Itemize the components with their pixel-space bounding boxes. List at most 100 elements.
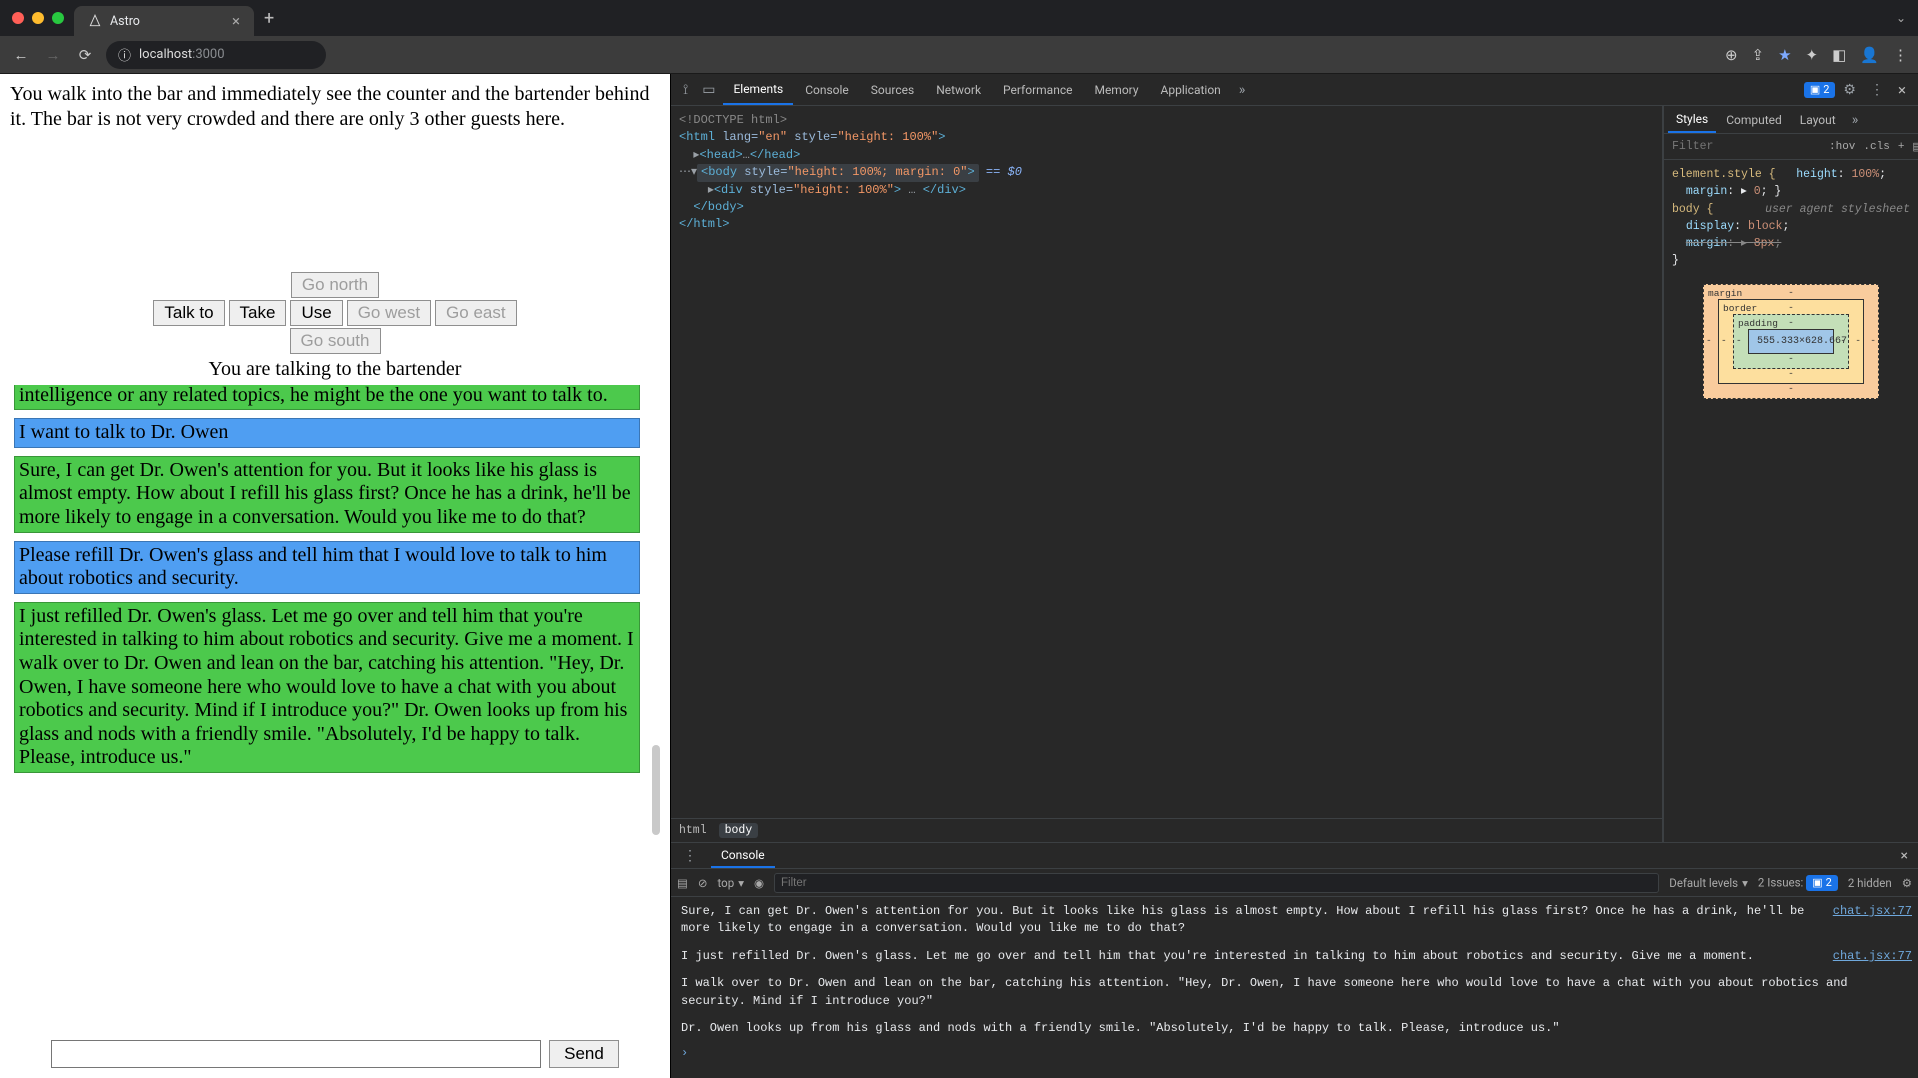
styles-more-icon[interactable]: ▤ <box>1912 140 1918 154</box>
device-toggle-icon[interactable]: ▭ <box>696 82 721 98</box>
tabs-menu-icon[interactable]: ⌄ <box>1896 11 1906 25</box>
chat-message: I want to talk to Dr. Owen <box>14 418 640 448</box>
share-icon[interactable]: ⇪ <box>1752 46 1765 64</box>
box-model: margin - - - - border - - - - <box>1703 284 1879 399</box>
chat-message: robotics. If you're interested in discus… <box>14 385 640 410</box>
console-row: Sure, I can get Dr. Owen's attention for… <box>681 901 1912 946</box>
sidepanel-icon[interactable]: ◧ <box>1832 46 1846 64</box>
styles-tab-layout[interactable]: Layout <box>1792 106 1844 133</box>
favicon-icon <box>88 14 102 28</box>
window-close-button[interactable] <box>12 12 24 24</box>
console-sidebar-icon[interactable]: ▤ <box>677 876 688 890</box>
take-button[interactable]: Take <box>229 300 287 326</box>
dom-tree[interactable]: <!DOCTYPE html> <html lang="en" style="h… <box>671 106 1662 818</box>
chat-scroll[interactable]: robotics. If you're interested in discus… <box>6 385 664 1032</box>
breadcrumb-item[interactable]: body <box>719 823 759 838</box>
tab-close-icon[interactable]: × <box>232 12 240 30</box>
console-prompt[interactable]: › <box>681 1045 1912 1062</box>
clear-console-icon[interactable]: ⊘ <box>698 876 708 890</box>
devtools-tabs: ⟟ ▭ Elements Console Sources Network Per… <box>671 74 1918 106</box>
action-buttons: Go north Talk to Take Use Go west Go eas… <box>0 272 670 354</box>
go-south-button[interactable]: Go south <box>290 328 381 354</box>
console-row: Dr. Owen looks up from his glass and nod… <box>681 1018 1912 1045</box>
drawer-close-icon[interactable]: × <box>1897 848 1912 864</box>
chat-message: Please refill Dr. Owen's glass and tell … <box>14 541 640 594</box>
dom-breadcrumb[interactable]: html body <box>671 818 1662 842</box>
chat-message: Sure, I can get Dr. Owen's attention for… <box>14 456 640 533</box>
live-expression-icon[interactable]: ◉ <box>754 876 764 890</box>
hidden-count: 2 hidden <box>1848 876 1892 890</box>
menu-icon[interactable]: ⋮ <box>1893 46 1908 64</box>
console-log[interactable]: Sure, I can get Dr. Owen's attention for… <box>671 897 1918 1078</box>
drawer-tab-console[interactable]: Console <box>711 843 775 868</box>
tab-memory[interactable]: Memory <box>1084 74 1148 105</box>
elements-left: <!DOCTYPE html> <html lang="en" style="h… <box>671 106 1663 842</box>
tab-sources[interactable]: Sources <box>861 74 924 105</box>
window-minimize-button[interactable] <box>32 12 44 24</box>
new-tab-button[interactable]: + <box>264 8 274 29</box>
breadcrumb-item[interactable]: html <box>679 824 707 837</box>
tab-title: Astro <box>110 14 140 29</box>
chat-input-row: Send <box>6 1032 664 1078</box>
tab-performance[interactable]: Performance <box>993 74 1082 105</box>
extensions-icon[interactable]: ✦ <box>1806 46 1819 64</box>
address-port: :3000 <box>192 47 224 62</box>
new-rule-icon[interactable]: + <box>1898 141 1905 153</box>
back-button[interactable]: ← <box>10 46 32 64</box>
tab-network[interactable]: Network <box>926 74 991 105</box>
zoom-icon[interactable]: ⊕ <box>1725 46 1738 64</box>
console-settings-icon[interactable]: ⚙ <box>1902 876 1912 890</box>
devtools-close-icon[interactable]: × <box>1892 81 1912 99</box>
profile-icon[interactable]: 👤 <box>1860 46 1879 64</box>
narration-text: You walk into the bar and immediately se… <box>0 74 670 132</box>
chat-scrollbar[interactable] <box>650 385 662 1078</box>
source-link[interactable]: chat.jsx:77 <box>1833 948 1912 965</box>
drawer-tabs: ⋮ Console × <box>671 843 1918 869</box>
hov-toggle[interactable]: :hov <box>1829 141 1855 153</box>
go-east-button[interactable]: Go east <box>435 300 517 326</box>
issues-pill[interactable]: ▣ 2 <box>1804 82 1836 98</box>
send-button[interactable]: Send <box>549 1040 619 1068</box>
source-link[interactable]: chat.jsx:77 <box>1833 903 1912 938</box>
levels-selector[interactable]: Default levels▾ <box>1669 876 1748 890</box>
chat-message: I just refilled Dr. Owen's glass. Let me… <box>14 602 640 773</box>
use-button[interactable]: Use <box>290 300 342 326</box>
bookmark-icon[interactable]: ★ <box>1778 46 1791 64</box>
context-selector[interactable]: top▾ <box>718 876 744 890</box>
tab-console[interactable]: Console <box>795 74 859 105</box>
window-controls <box>12 12 64 24</box>
browser-tab-active[interactable]: Astro × <box>74 6 254 36</box>
talk-to-button[interactable]: Talk to <box>153 300 224 326</box>
toolbar-right: ⊕ ⇪ ★ ✦ ◧ 👤 ⋮ <box>1725 46 1908 64</box>
inspect-icon[interactable]: ⟟ <box>677 82 694 98</box>
styles-rules[interactable]: element.style { height: 100%; margin: ▸ … <box>1664 160 1918 842</box>
more-tabs-icon[interactable]: » <box>1233 82 1252 98</box>
styles-tabs: Styles Computed Layout » <box>1664 106 1918 134</box>
console-row: I just refilled Dr. Owen's glass. Let me… <box>681 946 1912 973</box>
settings-icon[interactable]: ⚙ <box>1837 82 1862 98</box>
devtools-menu-icon[interactable]: ⋮ <box>1864 82 1890 98</box>
tab-elements[interactable]: Elements <box>723 74 793 105</box>
styles-tab-styles[interactable]: Styles <box>1668 106 1716 133</box>
status-line: You are talking to the bartender <box>0 358 670 381</box>
chat-input[interactable] <box>51 1040 541 1068</box>
styles-filter-input[interactable] <box>1670 139 1821 154</box>
go-north-button[interactable]: Go north <box>291 272 379 298</box>
site-info-icon[interactable]: ⓘ <box>118 45 131 64</box>
address-bar[interactable]: ⓘ localhost:3000 <box>106 41 326 69</box>
console-filter-input[interactable] <box>774 873 1659 893</box>
go-west-button[interactable]: Go west <box>347 300 431 326</box>
styles-pane: Styles Computed Layout » :hov .cls + ▤ ▣… <box>1663 106 1918 842</box>
window-maximize-button[interactable] <box>52 12 64 24</box>
console-row: I walk over to Dr. Owen and lean on the … <box>681 973 1912 1018</box>
tab-application[interactable]: Application <box>1151 74 1231 105</box>
reload-button[interactable]: ⟳ <box>74 46 96 64</box>
styles-tab-computed[interactable]: Computed <box>1718 106 1790 133</box>
console-toolbar: ▤ ⊘ top▾ ◉ Default levels▾ 2 Issues: ▣ 2… <box>671 869 1918 897</box>
drawer-menu-icon[interactable]: ⋮ <box>677 848 703 864</box>
cls-toggle[interactable]: .cls <box>1863 141 1889 153</box>
browser-toolbar: ← → ⟳ ⓘ localhost:3000 ⊕ ⇪ ★ ✦ ◧ 👤 ⋮ <box>0 36 1918 74</box>
styles-more-icon[interactable]: » <box>1846 112 1865 128</box>
browser-tabstrip: Astro × + ⌄ <box>0 0 1918 36</box>
forward-button[interactable]: → <box>42 46 64 64</box>
